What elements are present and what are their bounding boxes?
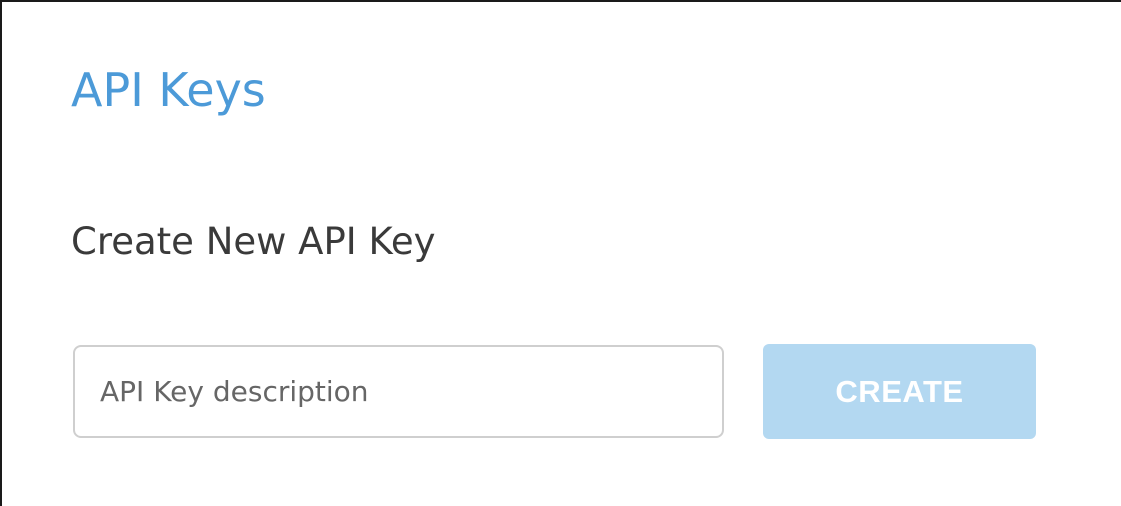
api-key-description-input[interactable] (73, 345, 724, 438)
page-title: API Keys (71, 63, 266, 117)
create-button[interactable]: CREATE (763, 344, 1036, 439)
api-keys-panel: API Keys Create New API Key CREATE (0, 0, 1121, 506)
create-api-key-heading: Create New API Key (71, 220, 436, 263)
